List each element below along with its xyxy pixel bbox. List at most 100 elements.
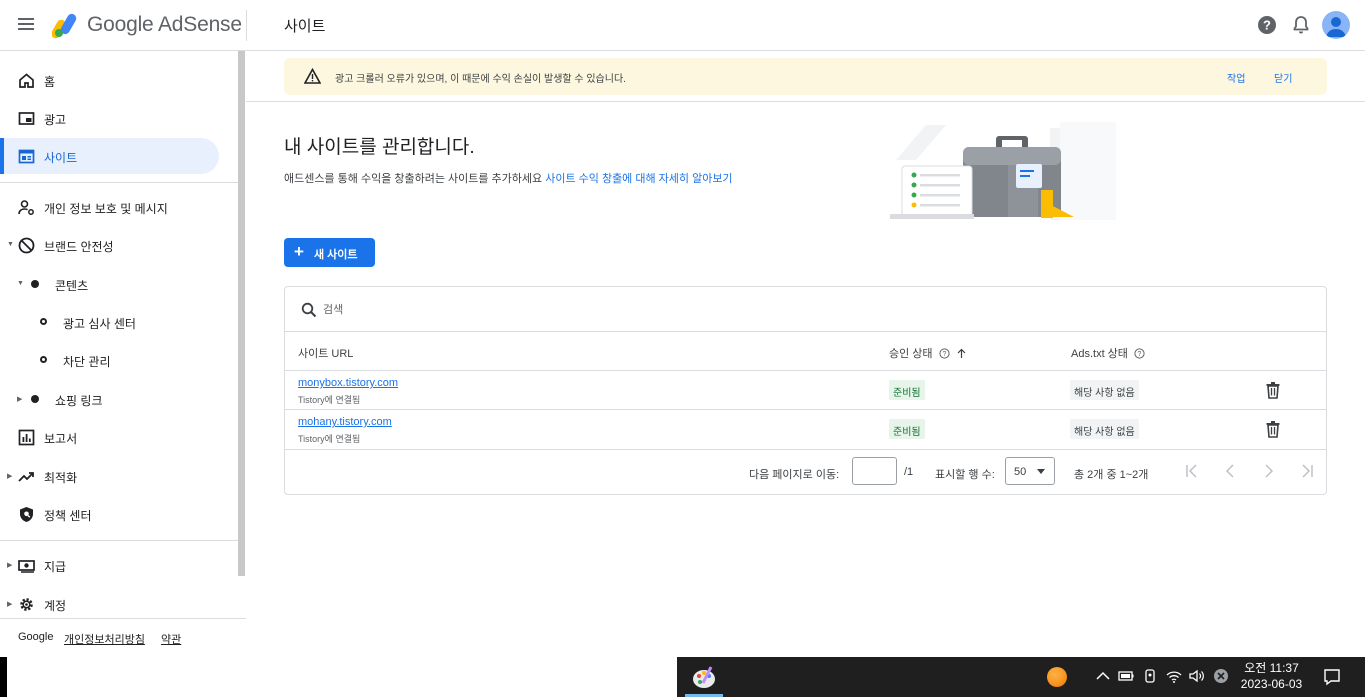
screen-edge [0, 657, 7, 697]
sidebar-item-reports[interactable]: 보고서 [0, 419, 238, 455]
search-input[interactable] [323, 300, 623, 320]
chevron-right-icon: ▶ [17, 396, 23, 403]
rows-per-page-value: 50 [1014, 466, 1027, 478]
arrow-up-icon[interactable] [956, 348, 967, 359]
site-connection: Tistory에 연결됨 [298, 434, 361, 444]
banner-dismiss-button[interactable]: 닫기 [1274, 70, 1292, 85]
sites-table: 사이트 URL 승인 상태 ? Ads.txt 상태 ? monybox.tis… [284, 286, 1327, 495]
first-page-icon[interactable] [1183, 462, 1201, 480]
sidebar-item-blocking-controls[interactable]: 차단 관리 [0, 342, 238, 378]
goto-page-label: 다음 페이지로 이동: [749, 469, 840, 481]
person-settings-icon [18, 200, 34, 215]
notifications-icon[interactable] [1290, 14, 1312, 36]
sites-illustration [890, 122, 1116, 220]
search-icon [301, 302, 317, 318]
sidebar-item-content[interactable]: ▼ 콘텐츠 [0, 266, 238, 302]
sidebar-item-optimization[interactable]: ▶ 최적화 [0, 458, 238, 494]
sidebar-item-brand-safety[interactable]: ▼ 브랜드 안전성 [0, 227, 238, 263]
page-title: 사이트 [284, 18, 326, 35]
taskbar-orange-app-icon[interactable] [1047, 667, 1067, 687]
column-header-ads-txt-label: Ads.txt 상태 [1071, 348, 1128, 360]
close-circle-icon[interactable] [1212, 667, 1230, 685]
gear-icon [20, 598, 33, 611]
taskbar-app-paint[interactable] [685, 661, 723, 697]
site-connection: Tistory에 연결됨 [298, 395, 361, 405]
previous-page-icon[interactable] [1221, 462, 1239, 480]
learn-more-link[interactable]: 사이트 수익 창출에 대해 자세히 알아보기 [545, 173, 732, 185]
subtitle-text: 애드센스를 통해 수익을 창출하려는 사이트를 추가하세요 [284, 173, 543, 185]
clock-date: 2023-06-03 [1240, 677, 1303, 691]
wifi-icon[interactable] [1165, 667, 1183, 685]
table-divider [285, 331, 1326, 332]
account-avatar[interactable] [1322, 11, 1350, 39]
help-outline-icon[interactable]: ? [1134, 348, 1145, 359]
volume-icon[interactable] [1188, 667, 1206, 685]
rows-per-page-label: 표시할 행 수: [935, 469, 995, 481]
last-page-icon[interactable] [1298, 462, 1316, 480]
column-header-approval[interactable]: 승인 상태 ? [889, 345, 967, 361]
sidebar-item-label: 콘텐츠 [55, 279, 89, 293]
sidebar-item-ad-review-center[interactable]: 광고 심사 센터 [0, 304, 238, 340]
crawler-error-banner: 광고 크롤러 오류가 있으며, 이 때문에 수익 손실이 발생할 수 있습니다.… [284, 58, 1327, 95]
banner-message: 광고 크롤러 오류가 있으며, 이 때문에 수익 손실이 발생할 수 있습니다. [335, 74, 626, 85]
sidebar-divider [0, 182, 238, 183]
sidebar-item-ads[interactable]: 광고 [0, 100, 238, 136]
new-site-button[interactable]: + 새 사이트 [284, 238, 375, 267]
help-outline-icon[interactable]: ? [939, 348, 950, 359]
bullet-outline-icon [40, 356, 47, 363]
block-icon [18, 237, 35, 254]
site-url-link[interactable]: mohany.tistory.com [298, 416, 392, 428]
goto-page-input[interactable] [852, 457, 897, 485]
clock-time: 오전 11:37 [1244, 661, 1299, 675]
sidebar-item-label: 브랜드 안전성 [44, 240, 114, 254]
bullet-icon [31, 280, 39, 288]
sidebar-item-sites[interactable]: 사이트 [0, 138, 219, 174]
taskbar-clock[interactable]: 오전 11:37 2023-06-03 [1234, 660, 1309, 692]
sidebar-item-privacy-messaging[interactable]: 개인 정보 보호 및 메시지 [0, 189, 238, 225]
next-page-icon[interactable] [1260, 462, 1278, 480]
rows-per-page-select[interactable]: 50 [1005, 457, 1055, 485]
trending-up-icon [18, 472, 34, 482]
notification-center-icon[interactable] [1322, 667, 1342, 687]
chevron-down-icon: ▼ [7, 241, 14, 248]
sidebar-item-label: 보고서 [44, 432, 78, 446]
terms-link[interactable]: 약관 [161, 631, 181, 647]
banner-action-button[interactable]: 작업 [1227, 70, 1245, 85]
sites-icon [18, 149, 35, 164]
ads-icon [18, 112, 35, 125]
taskbar: 오전 11:37 2023-06-03 [677, 657, 1365, 697]
delete-icon[interactable] [1265, 420, 1281, 438]
table-row: mohany.tistory.com Tistory에 연결됨 준비됨 해당 사… [285, 410, 1326, 449]
column-header-url[interactable]: 사이트 URL [298, 345, 353, 361]
sidebar-item-shopping-links[interactable]: ▶ 쇼핑 링크 [0, 381, 238, 417]
delete-icon[interactable] [1265, 381, 1281, 399]
main-subtitle: 애드센스를 통해 수익을 창출하려는 사이트를 추가하세요 사이트 수익 창출에… [284, 170, 733, 186]
sidebar-item-label: 계정 [44, 599, 67, 613]
sidebar-item-policy-center[interactable]: 정책 센터 [0, 496, 238, 532]
privacy-policy-link[interactable]: 개인정보처리방침 [64, 631, 145, 647]
svg-text:?: ? [1138, 351, 1142, 358]
bullet-icon [31, 395, 39, 403]
sidebar-item-payments[interactable]: ▶ 지급 [0, 547, 238, 583]
meet-now-icon[interactable] [1141, 667, 1159, 685]
top-app-bar: Google AdSense 사이트 ? [0, 0, 1365, 51]
warning-icon [304, 68, 321, 84]
sidebar-item-label: 개인 정보 보호 및 메시지 [44, 202, 168, 216]
user-avatar-icon [1326, 17, 1346, 37]
column-header-ads-txt[interactable]: Ads.txt 상태 ? [1071, 345, 1145, 361]
home-icon [19, 73, 34, 88]
brand-name: Google AdSense [87, 13, 242, 36]
help-icon[interactable]: ? [1256, 14, 1278, 36]
sidebar-scrollbar[interactable] [238, 51, 245, 576]
battery-icon[interactable] [1117, 667, 1135, 685]
menu-icon[interactable] [16, 15, 36, 35]
sidebar-item-home[interactable]: 홈 [0, 62, 238, 98]
pagination: 다음 페이지로 이동: /1 표시할 행 수: 50 총 2개 중 1~2개 [285, 450, 1326, 494]
sidebar-item-account[interactable]: ▶ 계정 [0, 586, 238, 622]
chevron-up-icon[interactable] [1094, 667, 1112, 685]
dropdown-arrow-icon [1037, 469, 1045, 474]
svg-text:?: ? [1263, 18, 1271, 33]
paint-app-icon [693, 666, 715, 688]
site-url-link[interactable]: monybox.tistory.com [298, 377, 398, 389]
chevron-right-icon: ▶ [7, 473, 13, 480]
